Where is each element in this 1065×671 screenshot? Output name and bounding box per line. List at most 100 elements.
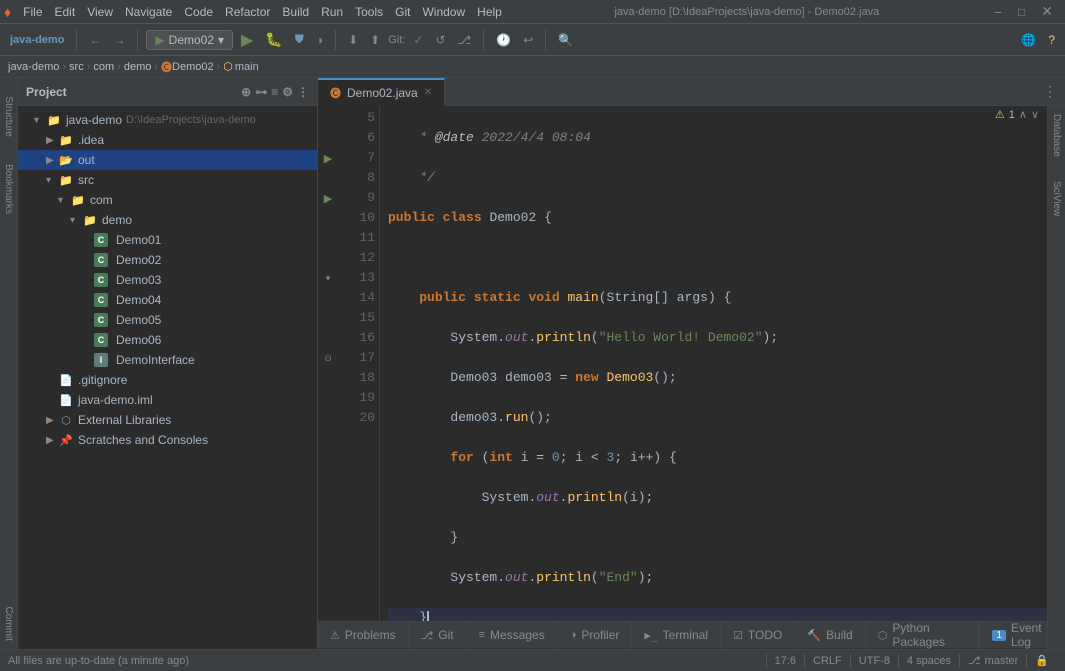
tab-close-icon[interactable]: ✕ bbox=[424, 87, 432, 98]
gutter-7[interactable]: ▶ bbox=[318, 148, 338, 168]
tree-root[interactable]: ▾ 📁 java-demo D:\IdeaProjects\java-demo bbox=[18, 110, 317, 130]
idea-arrow: ▶ bbox=[46, 135, 58, 146]
tree-demo[interactable]: ▾ 📁 demo bbox=[18, 210, 317, 230]
code-content[interactable]: * @date 2022/4/4 08:04 */ public class D… bbox=[380, 106, 1057, 621]
close-button[interactable]: ✕ bbox=[1033, 3, 1061, 20]
tab-problems[interactable]: ⚠ Problems bbox=[318, 621, 409, 649]
git-commit-button[interactable]: ✓ bbox=[409, 31, 427, 49]
main-area: Structure Bookmarks Commit Project ⊕ ⊶ ≡… bbox=[0, 78, 1065, 649]
menu-window[interactable]: Window bbox=[416, 3, 471, 21]
git-push-button[interactable]: ⬆ bbox=[366, 31, 384, 49]
bookmarks-panel-toggle[interactable]: Bookmarks bbox=[1, 154, 17, 224]
collapse-all-icon[interactable]: ≡ bbox=[271, 85, 278, 99]
menu-code[interactable]: Code bbox=[178, 3, 219, 21]
undo-button[interactable]: ↩ bbox=[519, 31, 537, 49]
menu-run[interactable]: Run bbox=[315, 3, 349, 21]
bc-class[interactable]: 🅒 bbox=[161, 59, 172, 75]
menu-refactor[interactable]: Refactor bbox=[219, 3, 276, 21]
tree-iml[interactable]: ▶ 📄 java-demo.iml bbox=[18, 390, 317, 410]
git-revert-button[interactable]: ↺ bbox=[431, 31, 449, 49]
tree-idea[interactable]: ▶ 📁 .idea bbox=[18, 130, 317, 150]
bc-demo[interactable]: demo bbox=[124, 61, 152, 73]
tab-messages[interactable]: ≡ Messages bbox=[467, 621, 558, 649]
bc-method[interactable]: main bbox=[235, 61, 259, 73]
run-button[interactable]: ▶ bbox=[237, 28, 257, 52]
gutter-10 bbox=[318, 208, 338, 228]
project-selector[interactable]: java-demo bbox=[6, 32, 68, 48]
menu-build[interactable]: Build bbox=[276, 3, 315, 21]
menu-file[interactable]: File bbox=[17, 3, 48, 21]
history-button[interactable]: 🕐 bbox=[492, 31, 515, 49]
file-tab-demo02[interactable]: 🅒 Demo02.java ✕ bbox=[318, 78, 445, 106]
coverage-button[interactable]: ⛊ bbox=[291, 30, 308, 49]
database-toggle[interactable]: Database bbox=[1049, 106, 1064, 165]
git-update-button[interactable]: ⬇ bbox=[344, 31, 362, 49]
tab-terminal[interactable]: ▶_ Terminal bbox=[632, 621, 721, 649]
tree-com[interactable]: ▾ 📁 com bbox=[18, 190, 317, 210]
sciview-toggle[interactable]: SciView bbox=[1049, 173, 1064, 224]
help-button[interactable]: ? bbox=[1044, 31, 1059, 49]
menu-navigate[interactable]: Navigate bbox=[119, 3, 178, 21]
forward-button[interactable]: → bbox=[109, 31, 129, 49]
menu-tools[interactable]: Tools bbox=[349, 3, 389, 21]
tab-todo[interactable]: ☑ TODO bbox=[721, 621, 795, 649]
demo02-icon: C bbox=[94, 253, 108, 267]
encoding[interactable]: UTF-8 bbox=[851, 655, 898, 667]
tree-demo05[interactable]: ▶ C Demo05 bbox=[18, 310, 317, 330]
maximize-button[interactable]: □ bbox=[1010, 5, 1033, 19]
tree-ext-libs[interactable]: ▶ ⬡ External Libraries bbox=[18, 410, 317, 430]
gutter-9[interactable]: ▶ bbox=[318, 188, 338, 208]
tree-demo03[interactable]: ▶ C Demo03 bbox=[18, 270, 317, 290]
tree-demo04[interactable]: ▶ C Demo04 bbox=[18, 290, 317, 310]
tab-more-button[interactable]: ⋮ bbox=[1035, 83, 1065, 100]
indent-setting[interactable]: 4 spaces bbox=[899, 655, 959, 667]
project-settings-icon[interactable]: ⚙ bbox=[282, 85, 293, 99]
git-branch-status[interactable]: ⎇ master bbox=[960, 654, 1026, 667]
new-element-icon[interactable]: ⊕ bbox=[241, 85, 251, 99]
tree-demointerface[interactable]: ▶ I DemoInterface bbox=[18, 350, 317, 370]
git-branch-button[interactable]: ⎇ bbox=[453, 31, 475, 49]
project-more-icon[interactable]: ⋮ bbox=[297, 85, 309, 99]
menu-view[interactable]: View bbox=[81, 3, 119, 21]
debug-button[interactable]: 🐛 bbox=[261, 29, 286, 50]
warning-nav-up[interactable]: ∧ bbox=[1019, 108, 1027, 121]
tree-demo06[interactable]: ▶ C Demo06 bbox=[18, 330, 317, 350]
run-config-selector[interactable]: ▶ Demo02 ▾ bbox=[146, 30, 233, 50]
tree-gitignore[interactable]: ▶ 📄 .gitignore bbox=[18, 370, 317, 390]
tab-git[interactable]: ⎇ Git bbox=[409, 621, 467, 649]
structure-panel-toggle[interactable]: Structure bbox=[1, 82, 17, 152]
bc-project[interactable]: java-demo bbox=[8, 61, 59, 73]
tree-scratches[interactable]: ▶ 📌 Scratches and Consoles bbox=[18, 430, 317, 450]
bc-sep3: › bbox=[117, 61, 121, 73]
menu-help[interactable]: Help bbox=[471, 3, 508, 21]
commit-panel-toggle[interactable]: Commit bbox=[1, 599, 17, 649]
search-button[interactable]: 🔍 bbox=[554, 31, 577, 49]
tab-profiler[interactable]: ◑ Profiler bbox=[558, 621, 633, 649]
line-ending[interactable]: CRLF bbox=[805, 655, 850, 667]
scroll-to-current-icon[interactable]: ⊶ bbox=[255, 85, 267, 99]
warning-nav-down[interactable]: ∨ bbox=[1031, 108, 1039, 121]
menu-git[interactable]: Git bbox=[389, 3, 416, 21]
gutter-13[interactable]: ▾ bbox=[318, 268, 338, 288]
minimize-button[interactable]: − bbox=[986, 4, 1010, 20]
back-button[interactable]: ← bbox=[85, 31, 105, 49]
bc-src[interactable]: src bbox=[69, 61, 84, 73]
menu-edit[interactable]: Edit bbox=[49, 3, 82, 21]
tree-demo02[interactable]: ▶ C Demo02 bbox=[18, 250, 317, 270]
bc-classname[interactable]: Demo02 bbox=[172, 61, 214, 73]
idea-folder-icon: 📁 bbox=[58, 132, 74, 148]
tree-src[interactable]: ▾ 📁 src bbox=[18, 170, 317, 190]
cursor-position[interactable]: 17:6 bbox=[767, 655, 804, 667]
code-editor[interactable]: ▶ ▶ ▾ ⊙ 5 6 7 8 9 bbox=[318, 106, 1065, 621]
idea-label: .idea bbox=[78, 133, 104, 147]
tree-demo01[interactable]: ▶ C Demo01 bbox=[18, 230, 317, 250]
lock-icon[interactable]: 🔒 bbox=[1027, 654, 1057, 667]
tree-out[interactable]: ▶ 📂 out bbox=[18, 150, 317, 170]
tab-python-packages[interactable]: ⬡ Python Packages bbox=[866, 621, 980, 649]
warning-indicator[interactable]: ⚠ 1 ∧ ∨ bbox=[989, 106, 1045, 123]
ln-6: 6 bbox=[342, 128, 375, 148]
tab-build[interactable]: 🔨 Build bbox=[795, 621, 865, 649]
profile-button[interactable]: ◑ bbox=[312, 31, 327, 49]
bc-com[interactable]: com bbox=[93, 61, 114, 73]
settings-button[interactable]: 🌐 bbox=[1017, 31, 1040, 49]
